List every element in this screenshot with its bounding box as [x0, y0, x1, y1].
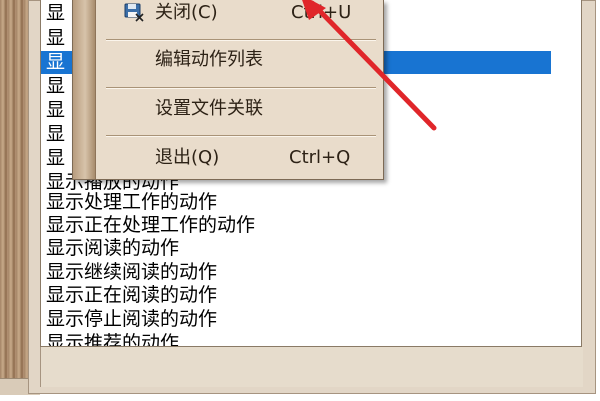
list-item[interactable]: 显 — [46, 75, 65, 98]
list-item[interactable]: 显示正在阅读的动作 — [46, 284, 217, 307]
menu-item-edit-actions[interactable]: 编辑动作列表 — [155, 47, 263, 73]
context-menu: 关闭(C) Ctrl+U 编辑动作列表 设置文件关联 退出(Q) Ctrl+Q — [72, 0, 384, 180]
menu-item-file-association[interactable]: 设置文件关联 — [155, 96, 263, 122]
close-shortcut: Ctrl+U — [291, 2, 352, 23]
list-item[interactable]: 显 — [46, 27, 65, 50]
list-item[interactable]: 显示处理工作的动作 — [46, 191, 217, 214]
list-item[interactable]: 显示停止阅读的动作 — [46, 308, 217, 331]
disk-close-icon — [124, 3, 144, 22]
list-item[interactable]: 显示继续阅读的动作 — [46, 261, 217, 284]
list-item[interactable]: 显示正在处理工作的动作 — [46, 214, 255, 237]
list-item[interactable]: 显 — [46, 147, 65, 170]
list-item[interactable]: 显示推荐的动作 — [46, 332, 179, 346]
left-binding-decoration — [0, 0, 31, 380]
list-item[interactable]: 显 — [46, 99, 65, 122]
list-item[interactable]: 显 — [46, 2, 65, 25]
menu-item-close[interactable]: 关闭(C) — [155, 0, 218, 26]
status-area — [40, 347, 583, 387]
list-item[interactable]: 显 — [46, 123, 65, 146]
list-item[interactable]: 显示阅读的动作 — [46, 237, 179, 260]
menu-separator — [106, 87, 376, 89]
menu-separator — [106, 39, 376, 41]
menu-separator — [106, 135, 376, 137]
list-item-selected[interactable]: 显 — [46, 51, 66, 74]
menu-item-exit[interactable]: 退出(Q) — [155, 145, 219, 171]
exit-shortcut: Ctrl+Q — [289, 147, 351, 168]
menu-gutter — [73, 0, 96, 179]
